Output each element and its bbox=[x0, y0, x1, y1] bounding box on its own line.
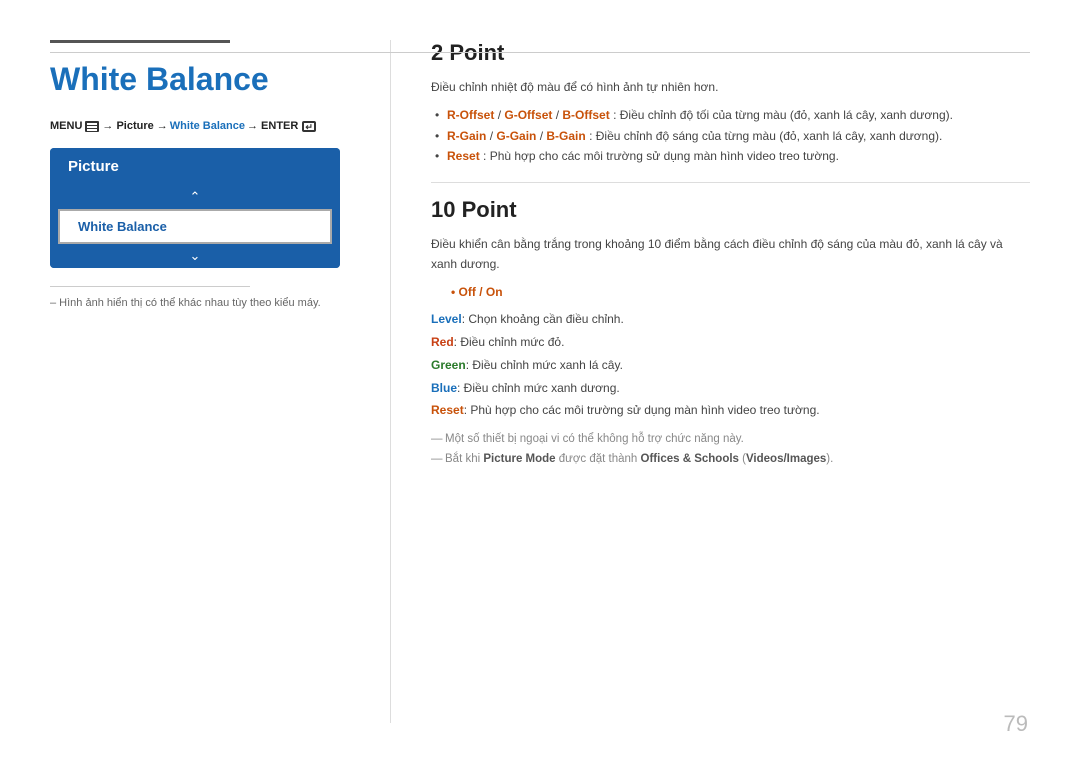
section2-title: 10 Point bbox=[431, 197, 1030, 223]
reset-desc-2: : Phù hợp cho các môi trường sử dụng màn… bbox=[464, 403, 820, 417]
note-1: Một số thiết bị ngoại vi có thể không hỗ… bbox=[431, 430, 1030, 450]
menu-path: MENU → Picture → White Balance → ENTER bbox=[50, 120, 360, 132]
blue-term: Blue bbox=[431, 381, 457, 395]
note-1-text: Một số thiết bị ngoại vi có thể không hỗ… bbox=[445, 433, 744, 445]
page-title: White Balance bbox=[50, 61, 360, 98]
g-offset-term: G-Offset bbox=[504, 108, 552, 122]
notes-section: Một số thiết bị ngoại vi có thể không hỗ… bbox=[431, 430, 1030, 469]
picture-menu-selected-item[interactable]: White Balance bbox=[58, 209, 332, 244]
blue-field: Blue: Điều chỉnh mức xanh dương. bbox=[431, 377, 1030, 400]
offices-schools-term: Offices & Schools bbox=[641, 453, 739, 465]
g-gain-term: G-Gain bbox=[496, 129, 536, 143]
green-desc: : Điều chỉnh mức xanh lá cây. bbox=[466, 358, 623, 372]
section1-description: Điều chỉnh nhiệt độ màu để có hình ảnh t… bbox=[431, 78, 1030, 97]
r-gain-term: R-Gain bbox=[447, 129, 486, 143]
top-rule bbox=[50, 52, 1030, 53]
sub-option: Off / On bbox=[451, 282, 1030, 302]
green-term: Green bbox=[431, 358, 466, 372]
title-rule bbox=[50, 40, 230, 43]
left-footnote: – Hình ảnh hiển thị có thể khác nhau tùy… bbox=[50, 297, 360, 309]
arrow-up-icon: ⌃ bbox=[50, 185, 340, 209]
page-number: 79 bbox=[1004, 711, 1028, 737]
offset-desc: : Điều chỉnh độ tối của từng màu (đỏ, xa… bbox=[613, 108, 953, 122]
menu-label: MENU bbox=[50, 120, 82, 132]
picture-menu-box: Picture ⌃ White Balance ⌄ bbox=[50, 148, 340, 268]
left-column: White Balance MENU → Picture → White Bal… bbox=[50, 40, 390, 723]
list-item: R-Offset / G-Offset / B-Offset : Điều ch… bbox=[447, 105, 1030, 125]
section2-description: Điều khiển cân bằng trắng trong khoảng 1… bbox=[431, 235, 1030, 273]
section1-title: 2 Point bbox=[431, 40, 1030, 66]
b-gain-term: B-Gain bbox=[546, 129, 585, 143]
column-divider bbox=[390, 40, 391, 723]
reset-term-2: Reset bbox=[431, 403, 464, 417]
red-desc: : Điều chỉnh mức đỏ. bbox=[454, 335, 565, 349]
red-field: Red: Điều chỉnh mức đỏ. bbox=[431, 331, 1030, 354]
off-on-option: Off / On bbox=[459, 285, 503, 299]
videos-images-term: Videos/Images bbox=[746, 453, 826, 465]
gain-desc: : Điều chỉnh độ sáng của từng màu (đỏ, x… bbox=[589, 129, 942, 143]
section-divider bbox=[431, 182, 1030, 183]
blue-desc: : Điều chỉnh mức xanh dương. bbox=[457, 381, 620, 395]
b-offset-term: B-Offset bbox=[562, 108, 609, 122]
left-divider bbox=[50, 286, 250, 287]
reset-field: Reset: Phù hợp cho các môi trường sử dụn… bbox=[431, 399, 1030, 422]
r-offset-term: R-Offset bbox=[447, 108, 494, 122]
menu-icon bbox=[85, 121, 99, 132]
level-desc: : Chọn khoảng cần điều chỉnh. bbox=[462, 312, 624, 326]
level-term: Level bbox=[431, 312, 462, 326]
picture-menu-header: Picture bbox=[50, 148, 340, 185]
section1-bullet-list: R-Offset / G-Offset / B-Offset : Điều ch… bbox=[447, 105, 1030, 166]
picture-mode-term: Picture Mode bbox=[483, 453, 555, 465]
note-2: Bắt khi Picture Mode được đặt thành Offi… bbox=[431, 450, 1030, 470]
red-term: Red bbox=[431, 335, 454, 349]
list-item: Reset : Phù hợp cho các môi trường sử dụ… bbox=[447, 146, 1030, 166]
green-field: Green: Điều chỉnh mức xanh lá cây. bbox=[431, 354, 1030, 377]
enter-icon bbox=[302, 121, 316, 132]
right-column: 2 Point Điều chỉnh nhiệt độ màu để có hì… bbox=[421, 40, 1030, 723]
white-balance-path: White Balance bbox=[170, 120, 245, 132]
arrow-down-icon: ⌄ bbox=[50, 244, 340, 268]
reset-term-1: Reset bbox=[447, 149, 480, 163]
level-field: Level: Chọn khoảng cần điều chỉnh. bbox=[431, 308, 1030, 331]
list-item: R-Gain / G-Gain / B-Gain : Điều chỉnh độ… bbox=[447, 126, 1030, 146]
reset-desc-1: : Phù hợp cho các môi trường sử dụng màn… bbox=[483, 149, 839, 163]
